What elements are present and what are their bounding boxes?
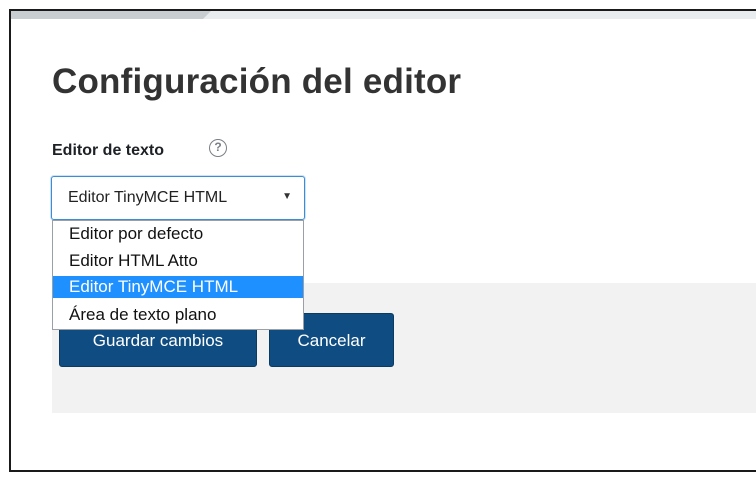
option-default-editor[interactable]: Editor por defecto xyxy=(53,223,303,245)
active-tab[interactable] xyxy=(11,11,211,19)
text-editor-select[interactable]: Editor TinyMCE HTML ▼ xyxy=(51,176,305,220)
option-atto-editor[interactable]: Editor HTML Atto xyxy=(53,250,303,272)
select-current-value: Editor TinyMCE HTML xyxy=(68,189,228,206)
chevron-down-icon: ▼ xyxy=(282,191,292,202)
text-editor-label: Editor de texto xyxy=(52,142,165,159)
option-tinymce-editor[interactable]: Editor TinyMCE HTML xyxy=(53,276,303,298)
page-title: Configuración del editor xyxy=(52,62,462,101)
option-plain-textarea[interactable]: Área de texto plano xyxy=(53,304,303,326)
help-icon[interactable]: ? xyxy=(209,139,227,157)
text-editor-dropdown: Editor por defecto Editor HTML Atto Edit… xyxy=(52,220,304,330)
